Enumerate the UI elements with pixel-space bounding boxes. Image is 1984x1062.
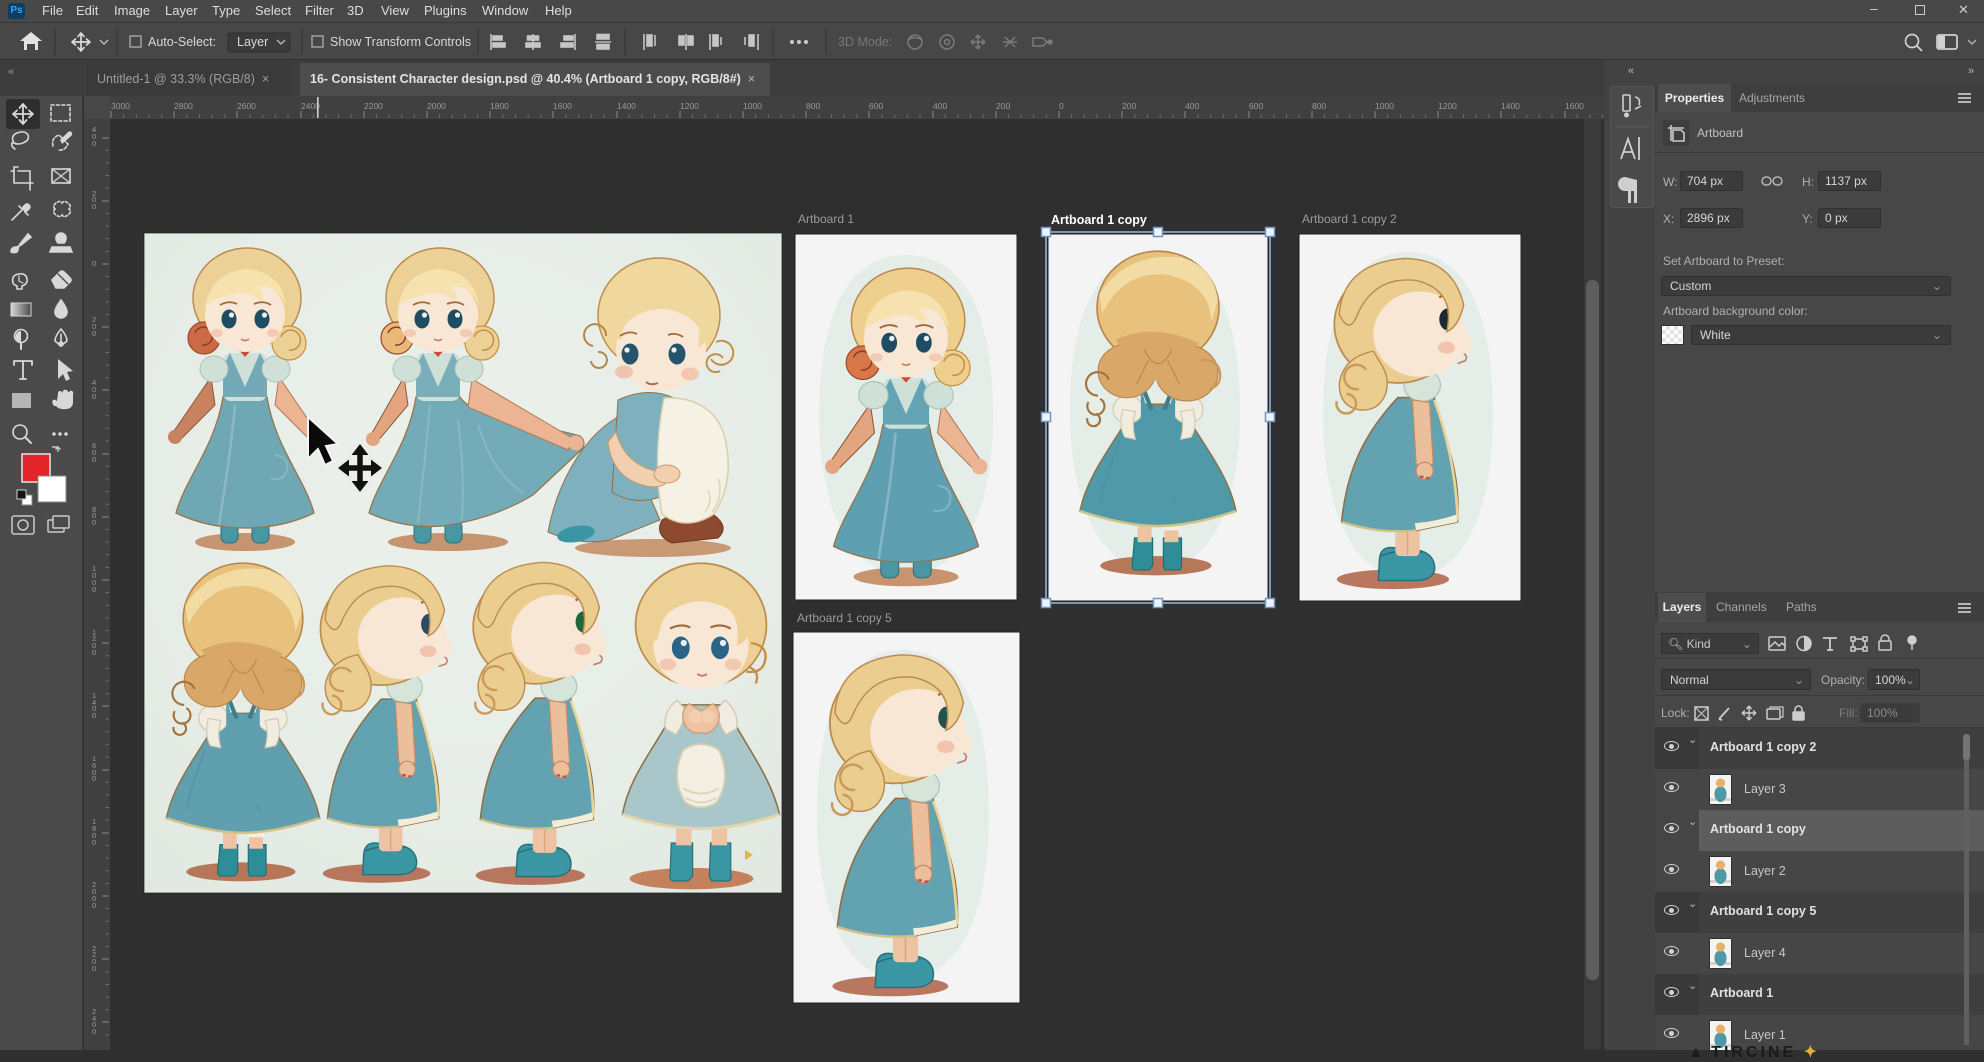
svg-text:0: 0 bbox=[92, 711, 96, 720]
svg-text:0: 0 bbox=[92, 838, 96, 847]
svg-text:0: 0 bbox=[92, 455, 96, 464]
svg-text:600: 600 bbox=[869, 101, 883, 111]
svg-text:0: 0 bbox=[92, 901, 96, 910]
svg-text:Auto-Select:: Auto-Select: bbox=[148, 35, 216, 49]
svg-text:2600: 2600 bbox=[237, 101, 256, 111]
svg-text:Artboard 1 copy: Artboard 1 copy bbox=[1051, 213, 1147, 227]
svg-text:3D Mode:: 3D Mode: bbox=[838, 35, 892, 49]
svg-text:800: 800 bbox=[806, 101, 820, 111]
svg-text:3000: 3000 bbox=[111, 101, 130, 111]
svg-text:400: 400 bbox=[933, 101, 947, 111]
svg-text:0: 0 bbox=[92, 518, 96, 527]
svg-text:Layer: Layer bbox=[237, 35, 268, 49]
svg-text:Show Transform Controls: Show Transform Controls bbox=[330, 35, 471, 49]
svg-text:0: 0 bbox=[92, 1027, 96, 1036]
svg-text:0: 0 bbox=[92, 585, 96, 594]
svg-text:0: 0 bbox=[92, 964, 96, 973]
svg-text:600: 600 bbox=[1249, 101, 1263, 111]
svg-text:800: 800 bbox=[1312, 101, 1326, 111]
svg-text:200: 200 bbox=[996, 101, 1010, 111]
svg-text:0: 0 bbox=[92, 329, 96, 338]
svg-text:0: 0 bbox=[92, 202, 96, 211]
svg-text:1800: 1800 bbox=[490, 101, 509, 111]
svg-text:1400: 1400 bbox=[1501, 101, 1520, 111]
svg-text:2200: 2200 bbox=[364, 101, 383, 111]
svg-text:0: 0 bbox=[92, 392, 96, 401]
svg-text:1600: 1600 bbox=[553, 101, 572, 111]
svg-text:0: 0 bbox=[92, 139, 96, 148]
svg-text:Artboard 1 copy 2: Artboard 1 copy 2 bbox=[1302, 212, 1397, 226]
svg-text:0: 0 bbox=[1059, 101, 1064, 111]
svg-text:1400: 1400 bbox=[617, 101, 636, 111]
svg-text:Artboard 1 copy 5: Artboard 1 copy 5 bbox=[797, 611, 892, 625]
svg-text:2800: 2800 bbox=[174, 101, 193, 111]
svg-text:Artboard 1: Artboard 1 bbox=[798, 212, 854, 226]
svg-text:0: 0 bbox=[92, 648, 96, 657]
svg-text:1600: 1600 bbox=[1565, 101, 1584, 111]
svg-text:1000: 1000 bbox=[743, 101, 762, 111]
svg-text:400: 400 bbox=[1185, 101, 1199, 111]
svg-text:1200: 1200 bbox=[680, 101, 699, 111]
svg-text:0: 0 bbox=[92, 774, 96, 783]
svg-text:1000: 1000 bbox=[1375, 101, 1394, 111]
svg-text:200: 200 bbox=[1122, 101, 1136, 111]
svg-text:0: 0 bbox=[92, 259, 96, 268]
svg-text:1200: 1200 bbox=[1438, 101, 1457, 111]
svg-text:2000: 2000 bbox=[427, 101, 446, 111]
